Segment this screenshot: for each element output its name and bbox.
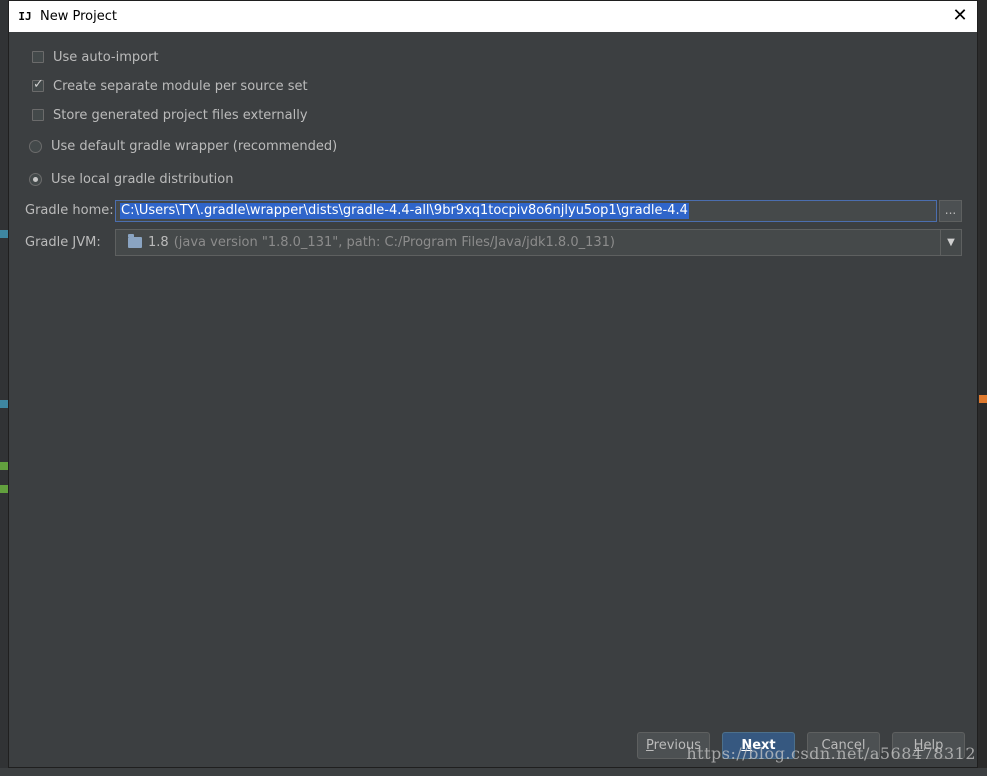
background-marker — [0, 400, 8, 408]
gradle-jvm-label: Gradle JVM: — [25, 235, 101, 250]
auto-import-label: Use auto-import — [53, 49, 159, 65]
background-marker — [979, 395, 987, 403]
dropdown-arrow-icon[interactable]: ▼ — [940, 230, 961, 255]
separate-module-checkbox[interactable]: Create separate module per source set — [32, 76, 308, 96]
folder-icon — [128, 234, 142, 248]
watermark: https://blog.csdn.net/a568478312 — [686, 744, 976, 763]
radio-button[interactable] — [29, 139, 42, 153]
checkbox-box[interactable] — [32, 109, 44, 121]
local-distribution-radio[interactable]: Use local gradle distribution — [29, 169, 233, 189]
jvm-version: 1.8 — [148, 235, 169, 250]
intellij-icon: IJ — [18, 9, 32, 23]
local-distribution-label: Use local gradle distribution — [51, 171, 234, 187]
close-icon[interactable]: ✕ — [951, 7, 969, 25]
title-bar[interactable]: IJ New Project ✕ — [9, 1, 977, 32]
background-marker — [0, 462, 8, 470]
new-project-dialog: IJ New Project ✕ Use auto-import Create … — [8, 0, 978, 768]
store-externally-checkbox[interactable]: Store generated project files externally — [32, 105, 308, 125]
default-wrapper-label: Use default gradle wrapper (recommended) — [51, 138, 338, 154]
gradle-home-label: Gradle home: — [25, 203, 114, 218]
background-marker — [0, 485, 8, 493]
store-externally-label: Store generated project files externally — [53, 107, 308, 123]
dialog-content: Use auto-import Create separate module p… — [9, 32, 977, 767]
background-marker — [0, 230, 8, 238]
jvm-detail: (java version "1.8.0_131", path: C:/Prog… — [173, 235, 615, 250]
background-ide-left — [0, 0, 8, 776]
browse-button[interactable]: ... — [939, 200, 962, 222]
separate-module-label: Create separate module per source set — [53, 78, 308, 94]
radio-button[interactable] — [29, 172, 42, 186]
background-ide-bottom — [0, 768, 987, 776]
checkbox-box[interactable] — [32, 51, 44, 63]
dialog-title: New Project — [40, 9, 117, 24]
previous-mnemonic: P — [646, 738, 654, 753]
checkbox-box[interactable] — [32, 77, 44, 92]
background-ide-right — [978, 0, 987, 776]
default-wrapper-radio[interactable]: Use default gradle wrapper (recommended) — [29, 136, 337, 156]
gradle-home-value[interactable]: C:\Users\TY\.gradle\wrapper\dists\gradle… — [120, 203, 689, 219]
auto-import-checkbox[interactable]: Use auto-import — [32, 47, 159, 67]
gradle-home-input[interactable]: C:\Users\TY\.gradle\wrapper\dists\gradle… — [115, 200, 937, 222]
gradle-jvm-select[interactable]: 1.8 (java version "1.8.0_131", path: C:/… — [115, 229, 962, 256]
